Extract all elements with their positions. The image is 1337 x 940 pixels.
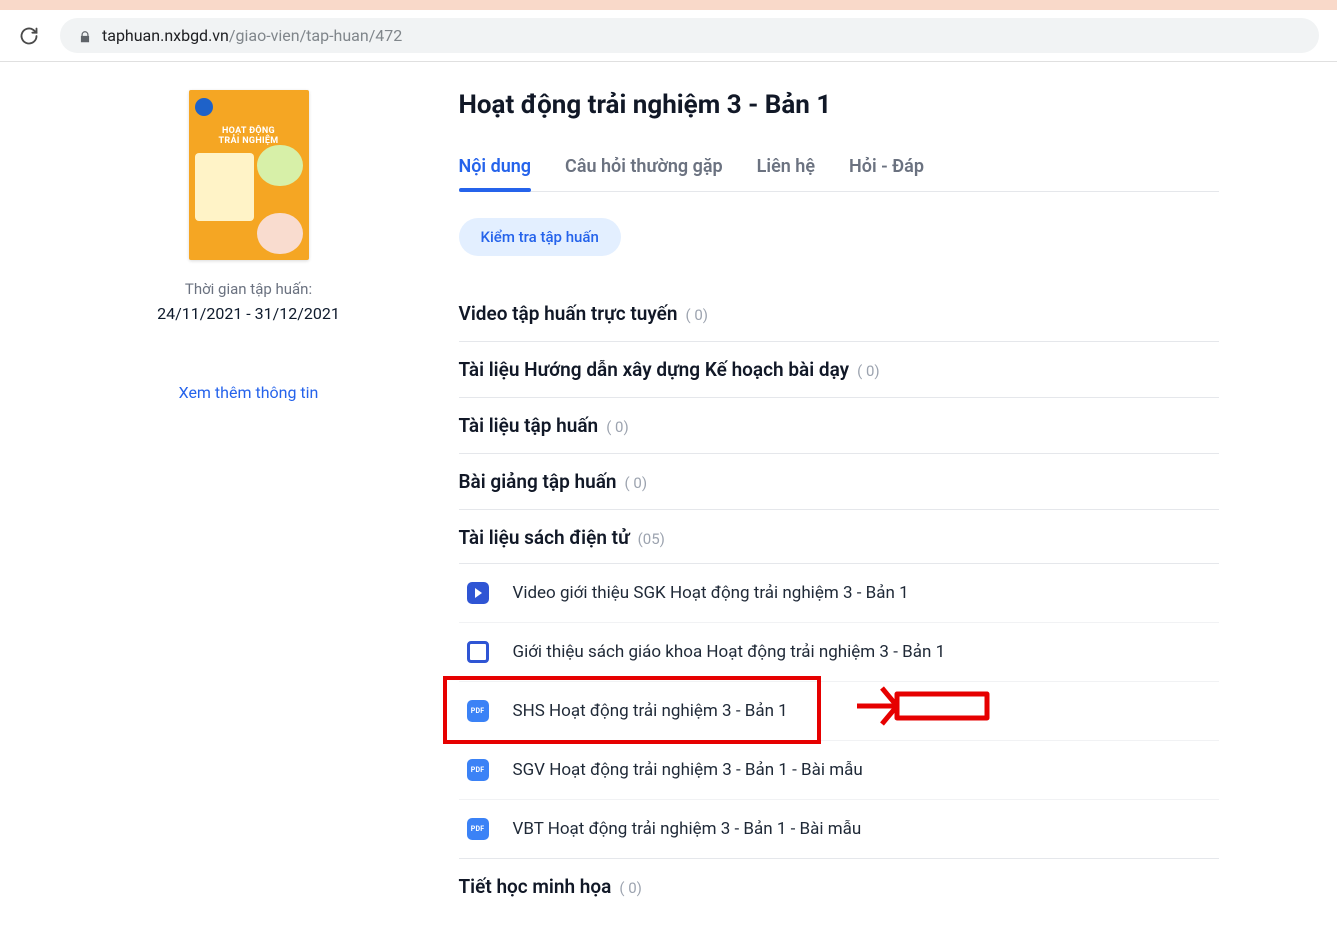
test-training-button[interactable]: Kiểm tra tập huấn	[459, 218, 621, 256]
section-count: ( 0)	[625, 474, 648, 492]
section-video-training[interactable]: Video tập huấn trực tuyến ( 0)	[459, 286, 1219, 342]
tab-lien-he[interactable]: Liên hệ	[757, 148, 815, 191]
resource-title: Video giới thiệu SGK Hoạt động trải nghi…	[513, 583, 909, 603]
pdf-icon: PDF	[467, 759, 489, 781]
section-count: ( 0)	[606, 418, 629, 436]
tab-cau-hoi[interactable]: Câu hỏi thường gặp	[565, 148, 723, 191]
resource-item-sgv[interactable]: PDF SGV Hoạt động trải nghiệm 3 - Bản 1 …	[459, 741, 1219, 800]
lock-icon	[78, 29, 92, 43]
more-info-link[interactable]: Xem thêm thông tin	[119, 383, 379, 402]
resource-title: Giới thiệu sách giáo khoa Hoạt động trải…	[513, 642, 946, 662]
pdf-icon: PDF	[467, 700, 489, 722]
address-bar[interactable]: taphuan.nxbgd.vn/giao-vien/tap-huan/472	[60, 18, 1319, 53]
book-art	[195, 145, 303, 254]
tab-noi-dung[interactable]: Nội dung	[459, 148, 532, 191]
resource-item-book-intro[interactable]: Giới thiệu sách giáo khoa Hoạt động trải…	[459, 623, 1219, 682]
section-lesson-plan-guide[interactable]: Tài liệu Hướng dẫn xây dựng Kế hoạch bài…	[459, 342, 1219, 398]
resource-title: VBT Hoạt động trải nghiệm 3 - Bản 1 - Bà…	[513, 819, 862, 839]
section-title: Tài liệu tập huấn	[459, 414, 599, 437]
pdf-icon: PDF	[467, 818, 489, 840]
book-logo	[195, 98, 213, 116]
resource-title: SGV Hoạt động trải nghiệm 3 - Bản 1 - Bà…	[513, 760, 863, 780]
resource-list: Video giới thiệu SGK Hoạt động trải nghi…	[459, 564, 1219, 859]
resource-item-video-intro[interactable]: Video giới thiệu SGK Hoạt động trải nghi…	[459, 564, 1219, 623]
main-content: Hoạt động trải nghiệm 3 - Bản 1 Nội dung…	[459, 90, 1219, 914]
browser-toolbar: taphuan.nxbgd.vn/giao-vien/tap-huan/472	[0, 10, 1337, 62]
book-cover-title: HOẠT ĐỘNG TRẢI NGHIỆM	[195, 126, 303, 147]
slide-icon	[467, 641, 489, 663]
reload-icon	[19, 26, 39, 46]
tab-hoi-dap[interactable]: Hỏi - Đáp	[849, 148, 924, 191]
section-title: Tài liệu sách điện tử	[459, 526, 630, 549]
section-demo-lesson[interactable]: Tiết học minh họa ( 0)	[459, 859, 1219, 914]
section-title: Bài giảng tập huấn	[459, 470, 617, 493]
play-icon	[467, 582, 489, 604]
window-top-strip	[0, 0, 1337, 10]
section-count: (05)	[638, 530, 665, 548]
section-training-lectures[interactable]: Bài giảng tập huấn ( 0)	[459, 454, 1219, 510]
training-time-label: Thời gian tập huấn:	[119, 280, 379, 298]
training-time-value: 24/11/2021 - 31/12/2021	[119, 304, 379, 323]
page-title: Hoạt động trải nghiệm 3 - Bản 1	[459, 90, 1219, 120]
book-cover[interactable]: HOẠT ĐỘNG TRẢI NGHIỆM	[189, 90, 309, 260]
section-count: ( 0)	[619, 879, 642, 897]
section-ebooks: Tài liệu sách điện tử (05) Video giới th…	[459, 510, 1219, 859]
url-path: /giao-vien/tap-huan/472	[229, 26, 402, 45]
section-count: ( 0)	[857, 362, 880, 380]
url-domain: taphuan.nxbgd.vn	[102, 26, 229, 45]
url-text: taphuan.nxbgd.vn/giao-vien/tap-huan/472	[102, 26, 402, 45]
annotation-arrow-icon	[857, 676, 1007, 740]
section-training-docs[interactable]: Tài liệu tập huấn ( 0)	[459, 398, 1219, 454]
resource-title: SHS Hoạt động trải nghiệm 3 - Bản 1	[513, 701, 788, 721]
resource-item-shs[interactable]: PDF SHS Hoạt động trải nghiệm 3 - Bản 1	[459, 682, 1219, 741]
section-title: Tiết học minh họa	[459, 875, 612, 898]
resource-item-vbt[interactable]: PDF VBT Hoạt động trải nghiệm 3 - Bản 1 …	[459, 800, 1219, 859]
section-count: ( 0)	[685, 306, 708, 324]
sidebar: HOẠT ĐỘNG TRẢI NGHIỆM Thời gian tập huấn…	[119, 90, 379, 914]
content-tabs: Nội dung Câu hỏi thường gặp Liên hệ Hỏi …	[459, 148, 1219, 192]
section-title: Tài liệu Hướng dẫn xây dựng Kế hoạch bài…	[459, 358, 850, 381]
section-title: Video tập huấn trực tuyến	[459, 302, 678, 325]
reload-button[interactable]	[18, 25, 40, 47]
